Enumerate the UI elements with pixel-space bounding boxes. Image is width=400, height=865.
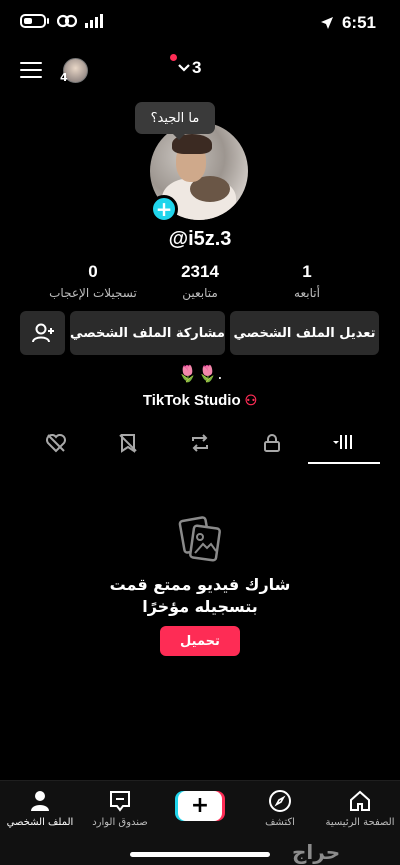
person-icon [31, 791, 49, 811]
menu-icon[interactable] [20, 62, 42, 78]
battery-tip [47, 18, 49, 24]
status-bubble[interactable]: ما الجيد؟ [135, 102, 215, 140]
edit-profile-button[interactable]: تعديل الملف الشخصي [230, 311, 379, 355]
nav-home-label: الصفحة الرئيسية [325, 817, 395, 828]
notification-dot [170, 54, 177, 61]
nav-discover[interactable]: اكتشف [240, 789, 320, 828]
status-left [20, 14, 103, 28]
photos-icon [178, 516, 221, 562]
stat-following[interactable]: 1 أتابعه [254, 262, 360, 300]
home-indicator[interactable] [130, 852, 270, 857]
profile-bio: 🌷🌷. [177, 364, 223, 383]
stat-likes-label: تسجيلات الإعجاب [49, 286, 137, 300]
lock-icon [264, 434, 280, 452]
upload-button[interactable]: تحميل [160, 626, 240, 656]
tab-private[interactable] [236, 422, 308, 464]
status-bar: 6:51 [0, 0, 400, 50]
share-profile-button[interactable]: مشاركة الملف الشخصي [70, 311, 225, 355]
tab-favorites[interactable] [92, 422, 164, 464]
empty-state-title: شارك فيديو ممتع قمت بتسجيله مؤخرًا [0, 574, 400, 618]
battery-icon [20, 14, 46, 28]
location-arrow-icon [320, 17, 333, 29]
nav-profile-label: الملف الشخصي [6, 817, 74, 828]
stat-followers-value: 2314 [181, 262, 219, 281]
status-time: 6:51 [341, 13, 376, 32]
stat-followers[interactable]: 2314 متابعين [147, 262, 253, 300]
home-icon [350, 790, 370, 811]
watermark-logo: حراج [292, 840, 341, 864]
stat-likes-value: 0 [88, 262, 98, 281]
signal-icon [85, 14, 103, 28]
tab-liked[interactable] [20, 422, 92, 464]
nav-inbox[interactable]: صندوق الوارد [80, 789, 160, 828]
nav-discover-label: اكتشف [265, 817, 295, 828]
bookmark-icon [119, 434, 137, 453]
tab-reposts[interactable] [164, 422, 236, 464]
compass-icon [269, 790, 291, 812]
repost-icon [192, 434, 208, 452]
link-icon [57, 14, 77, 28]
profile-stats: 0 تسجيلات الإعجاب 2314 متابعين 1 أتابعه [40, 262, 360, 300]
tiktok-studio-link[interactable]: TikTok Studio ⚇ [0, 392, 400, 409]
add-friend-button[interactable] [20, 311, 65, 355]
account-switch-count: 3 [192, 58, 202, 77]
stat-followers-label: متابعين [182, 286, 218, 300]
inbox-icon [110, 791, 130, 812]
account-count: 4 [60, 71, 68, 84]
stat-likes[interactable]: 0 تسجيلات الإعجاب [40, 262, 146, 300]
content-tabs [20, 422, 380, 464]
add-story-icon[interactable]: + [150, 195, 178, 223]
bubble-text: ما الجيد؟ [150, 110, 200, 126]
empty-title-line1: شارك فيديو ممتع قمت [109, 575, 291, 594]
account-switcher[interactable]: 3 [178, 58, 201, 78]
top-bar: 4 3 [0, 52, 400, 88]
profile-actions: مشاركة الملف الشخصي تعديل الملف الشخصي [20, 311, 380, 355]
heart-hidden-icon [46, 434, 66, 453]
profile-username: @i5z.3 [168, 228, 232, 250]
status-right: 6:51 [320, 13, 376, 33]
nav-inbox-label: صندوق الوارد [92, 817, 148, 828]
create-button[interactable]: + [178, 791, 222, 821]
empty-title-line2: بتسجيله مؤخرًا [142, 597, 258, 616]
stat-following-label: أتابعه [294, 286, 320, 300]
chevron-down-icon [178, 64, 190, 72]
nav-home[interactable]: الصفحة الرئيسية [320, 789, 400, 828]
studio-person-icon: ⚇ [244, 392, 258, 408]
nav-profile[interactable]: الملف الشخصي [0, 789, 80, 828]
grid-icon [333, 435, 352, 449]
stat-following-value: 1 [302, 262, 312, 281]
tab-videos[interactable] [308, 422, 380, 464]
add-user-icon [31, 323, 54, 343]
studio-label: TikTok Studio [142, 392, 241, 409]
